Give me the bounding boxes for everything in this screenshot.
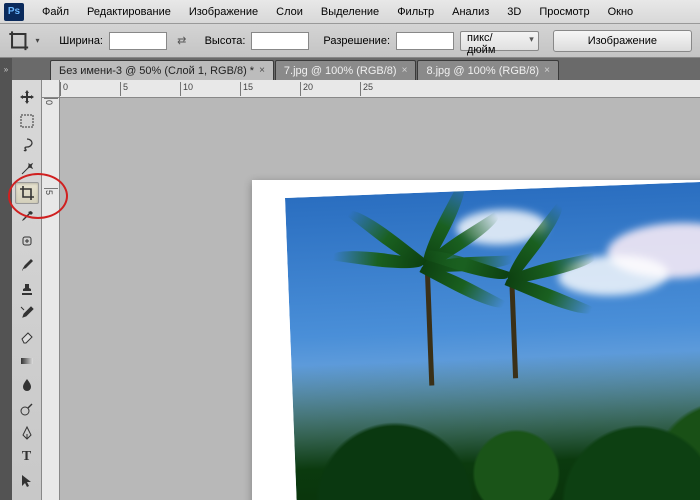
panel-gutter	[0, 80, 12, 500]
image-button[interactable]: Изображение	[553, 30, 692, 52]
resolution-label: Разрешение:	[323, 35, 390, 47]
history-brush-tool-icon[interactable]	[15, 302, 39, 324]
path-select-tool-icon[interactable]	[15, 470, 39, 492]
tab-label: 8.jpg @ 100% (RGB/8)	[426, 65, 539, 77]
pen-tool-icon[interactable]	[15, 422, 39, 444]
workspace: T 0 5 10 15 20 25 0 5	[0, 80, 700, 500]
crop-icon[interactable]	[8, 30, 29, 52]
tabstrip-chevrons-icon[interactable]: »	[0, 58, 12, 80]
ruler-tick: 5	[44, 188, 58, 195]
document-tab-3[interactable]: 8.jpg @ 100% (RGB/8) ×	[417, 60, 559, 80]
units-select[interactable]: пикс/дюйм	[460, 31, 539, 51]
heal-tool-icon[interactable]	[15, 230, 39, 252]
document-tab-2[interactable]: 7.jpg @ 100% (RGB/8) ×	[275, 60, 417, 80]
gradient-tool-icon[interactable]	[15, 350, 39, 372]
ruler-tick: 25	[360, 82, 373, 96]
menu-select[interactable]: Выделение	[313, 3, 387, 21]
wand-tool-icon[interactable]	[15, 158, 39, 180]
menu-3d[interactable]: 3D	[499, 3, 529, 21]
ruler-tick: 20	[300, 82, 313, 96]
ruler-tick: 0	[44, 98, 58, 105]
eyedropper-tool-icon[interactable]	[15, 206, 39, 228]
options-bar: ▾ Ширина: ⇄ Высота: Разрешение: пикс/дюй…	[0, 24, 700, 58]
close-icon[interactable]: ×	[259, 65, 265, 76]
menu-file[interactable]: Файл	[34, 3, 77, 21]
swap-icon[interactable]: ⇄	[173, 32, 191, 50]
ruler-tick: 10	[180, 82, 193, 96]
tool-preset-arrow-icon[interactable]: ▾	[35, 36, 45, 45]
brush-tool-icon[interactable]	[15, 254, 39, 276]
photo-layer	[285, 179, 700, 500]
menu-filter[interactable]: Фильтр	[389, 3, 442, 21]
width-input[interactable]	[109, 32, 167, 50]
ruler-tick: 0	[60, 82, 68, 96]
lasso-tool-icon[interactable]	[15, 134, 39, 156]
crop-tool-icon[interactable]	[15, 182, 39, 204]
width-label: Ширина:	[59, 35, 103, 47]
stamp-tool-icon[interactable]	[15, 278, 39, 300]
type-tool-icon[interactable]: T	[15, 446, 39, 468]
document-canvas[interactable]	[252, 180, 700, 500]
ruler-tick: 5	[120, 82, 128, 96]
menu-analysis[interactable]: Анализ	[444, 3, 497, 21]
close-icon[interactable]: ×	[402, 65, 408, 76]
canvas-area[interactable]: 0 5 10 15 20 25 0 5	[42, 80, 700, 500]
ruler-origin[interactable]	[42, 80, 60, 98]
height-label: Высота:	[205, 35, 246, 47]
toolbox: T	[12, 80, 42, 500]
menu-edit[interactable]: Редактирование	[79, 3, 179, 21]
ruler-tick: 15	[240, 82, 253, 96]
tab-label: 7.jpg @ 100% (RGB/8)	[284, 65, 397, 77]
tab-label: Без имени-3 @ 50% (Слой 1, RGB/8) *	[59, 65, 254, 77]
ruler-vertical[interactable]: 0 5	[42, 98, 60, 500]
app-logo: Ps	[4, 3, 24, 21]
document-tab-1[interactable]: Без имени-3 @ 50% (Слой 1, RGB/8) * ×	[50, 60, 274, 80]
document-tabbar: » Без имени-3 @ 50% (Слой 1, RGB/8) * × …	[0, 58, 700, 80]
blur-tool-icon[interactable]	[15, 374, 39, 396]
eraser-tool-icon[interactable]	[15, 326, 39, 348]
marquee-tool-icon[interactable]	[15, 110, 39, 132]
resolution-input[interactable]	[396, 32, 454, 50]
height-input[interactable]	[251, 32, 309, 50]
menu-window[interactable]: Окно	[600, 3, 642, 21]
dodge-tool-icon[interactable]	[15, 398, 39, 420]
menu-image[interactable]: Изображение	[181, 3, 266, 21]
menubar: Ps Файл Редактирование Изображение Слои …	[0, 0, 700, 24]
ruler-horizontal[interactable]: 0 5 10 15 20 25	[60, 80, 700, 98]
menu-view[interactable]: Просмотр	[531, 3, 597, 21]
menu-layers[interactable]: Слои	[268, 3, 311, 21]
close-icon[interactable]: ×	[544, 65, 550, 76]
move-tool-icon[interactable]	[15, 86, 39, 108]
